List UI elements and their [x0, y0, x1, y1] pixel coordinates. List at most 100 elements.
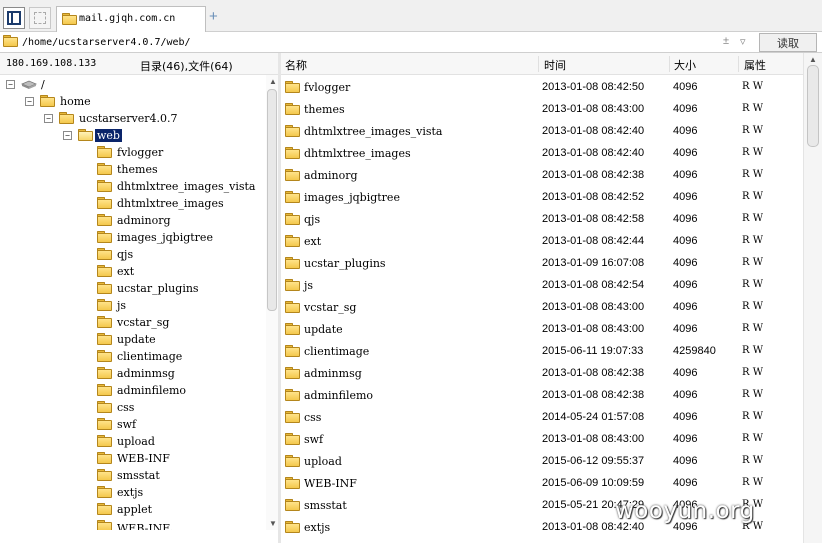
file-name: adminfilemo	[304, 389, 374, 402]
path-input[interactable]	[22, 34, 752, 51]
file-time: 2013-01-08 08:43:00	[542, 323, 645, 335]
tab-site[interactable]: mail.gjqh.com.cn	[56, 6, 206, 32]
folder-icon	[285, 279, 300, 291]
file-name: adminmsg	[304, 367, 362, 380]
file-attr: R W	[742, 301, 763, 312]
table-row[interactable]: dhtmlxtree_images_vista 2013-01-08 08:42:…	[281, 119, 803, 141]
folder-icon	[97, 248, 112, 260]
tree-scrollbar[interactable]: ▲ ▼	[266, 75, 278, 530]
folder-icon	[97, 384, 112, 396]
column-size[interactable]: 大小	[674, 57, 696, 73]
folder-icon	[285, 213, 300, 225]
folder-icon	[285, 235, 300, 247]
file-time: 2013-01-08 08:42:40	[542, 125, 645, 137]
file-time: 2013-01-08 08:43:00	[542, 103, 645, 115]
tree-label: web	[95, 129, 122, 142]
tree-label: fvlogger	[117, 146, 164, 159]
tree-label: WEB-INF、	[117, 522, 181, 530]
table-row[interactable]: js 2013-01-08 08:42:54 4096 R W	[281, 273, 803, 295]
scroll-up-icon[interactable]: ▲	[809, 55, 817, 64]
collapse-icon[interactable]: −	[25, 97, 34, 106]
file-size: 4096	[673, 301, 698, 313]
table-row[interactable]: css 2014-05-24 01:57:08 4096 R W	[281, 405, 803, 427]
collapse-icon[interactable]: −	[6, 80, 15, 89]
plus-minus-control[interactable]: ±	[723, 35, 729, 47]
tree-label: ext	[117, 265, 135, 278]
folder-icon	[97, 231, 112, 243]
folder-icon	[285, 521, 300, 533]
table-row[interactable]: clientimage 2015-06-11 19:07:33 4259840 R W	[281, 339, 803, 361]
new-window-button[interactable]	[29, 7, 51, 29]
directory-tree: − / − home − ucstarserver4.0.7 − web fvl…	[0, 75, 266, 530]
file-size: 4096	[673, 257, 698, 269]
scroll-thumb[interactable]	[267, 89, 277, 311]
tree-label: adminmsg	[117, 367, 175, 380]
folder-icon	[285, 147, 300, 159]
collapse-icon[interactable]: −	[63, 131, 72, 140]
scroll-down-icon[interactable]: ▼	[269, 519, 277, 528]
table-row[interactable]: adminmsg 2013-01-08 08:42:38 4096 R W	[281, 361, 803, 383]
file-size: 4096	[673, 235, 698, 247]
file-size: 4096	[673, 125, 698, 137]
column-time[interactable]: 时间	[544, 57, 566, 73]
scroll-up-icon[interactable]: ▲	[269, 77, 277, 86]
table-row[interactable]: ucstar_plugins 2013-01-09 16:07:08 4096 R W	[281, 251, 803, 273]
table-row[interactable]: fvlogger 2013-01-08 08:42:50 4096 R W	[281, 75, 803, 97]
file-name: images_jqbigtree	[304, 191, 400, 204]
table-row[interactable]: WEB-INF 2015-06-09 10:09:59 4096 R W	[281, 471, 803, 493]
tree-label: css	[117, 401, 135, 414]
file-time: 2015-06-11 19:07:33	[542, 345, 644, 357]
table-row[interactable]: images_jqbigtree 2013-01-08 08:42:52 4096 R…	[281, 185, 803, 207]
file-attr: R W	[742, 477, 763, 488]
file-name: js	[304, 279, 314, 292]
file-list-scrollbar[interactable]: ▲	[803, 53, 822, 543]
table-row[interactable]: ext 2013-01-08 08:42:44 4096 R W	[281, 229, 803, 251]
folder-icon	[62, 13, 77, 25]
file-time: 2013-01-08 08:43:00	[542, 301, 645, 313]
file-size: 4096	[673, 103, 698, 115]
tree-label: qjs	[117, 248, 134, 261]
folder-icon	[97, 503, 112, 515]
table-row[interactable]: vcstar_sg 2013-01-08 08:43:00 4096 R W	[281, 295, 803, 317]
tree-label: themes	[117, 163, 158, 176]
table-row[interactable]: adminfilemo 2013-01-08 08:42:38 4096 R W	[281, 383, 803, 405]
folder-icon	[285, 103, 300, 115]
file-list-header: 名称 时间 大小 属性	[281, 53, 803, 75]
dropdown-icon[interactable]: ▿	[740, 35, 746, 48]
table-row[interactable]: swf 2013-01-08 08:43:00 4096 R W	[281, 427, 803, 449]
folder-icon	[97, 452, 112, 464]
collapse-icon[interactable]: −	[44, 114, 53, 123]
table-row[interactable]: upload 2015-06-12 09:55:37 4096 R W	[281, 449, 803, 471]
tree-label: extjs	[117, 486, 144, 499]
file-name: css	[304, 411, 322, 424]
column-name[interactable]: 名称	[285, 57, 307, 73]
table-row[interactable]: qjs 2013-01-08 08:42:58 4096 R W	[281, 207, 803, 229]
file-name: clientimage	[304, 345, 370, 358]
file-time: 2013-01-08 08:42:38	[542, 169, 645, 181]
folder-icon	[97, 214, 112, 226]
file-size: 4096	[673, 213, 698, 225]
file-size: 4096	[673, 389, 698, 401]
table-row[interactable]: themes 2013-01-08 08:43:00 4096 R W	[281, 97, 803, 119]
file-name: update	[304, 323, 343, 336]
tree-label: upload	[117, 435, 155, 448]
table-row[interactable]: adminorg 2013-01-08 08:42:38 4096 R W	[281, 163, 803, 185]
scroll-thumb[interactable]	[807, 65, 819, 147]
file-name: dhtmlxtree_images	[304, 147, 411, 160]
add-tab-button[interactable]: +	[209, 8, 218, 25]
folder-icon	[97, 520, 112, 530]
file-time: 2014-05-24 01:57:08	[542, 411, 645, 423]
panel-toggle-button[interactable]	[3, 7, 25, 29]
file-size: 4096	[673, 477, 698, 489]
tree-label: swf	[117, 418, 137, 431]
table-row[interactable]: update 2013-01-08 08:43:00 4096 R W	[281, 317, 803, 339]
table-row[interactable]: dhtmlxtree_images 2013-01-08 08:42:40 4096…	[281, 141, 803, 163]
column-attr[interactable]: 属性	[744, 57, 766, 73]
window-icon	[34, 12, 46, 24]
tree-label: applet	[117, 503, 153, 516]
folder-icon	[285, 169, 300, 181]
read-button[interactable]: 读取	[759, 33, 817, 52]
folder-icon	[97, 282, 112, 294]
file-attr: R W	[742, 191, 763, 202]
file-size: 4096	[673, 169, 698, 181]
